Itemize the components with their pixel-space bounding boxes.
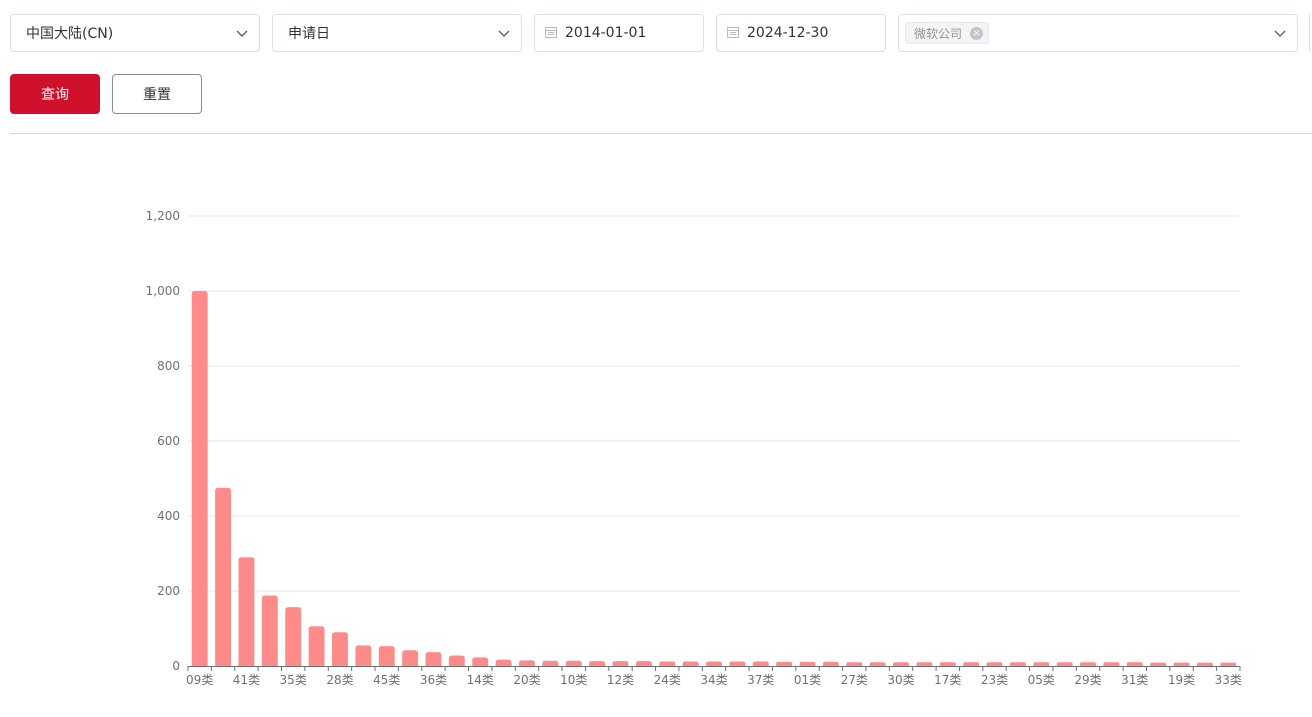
bar (1196, 662, 1213, 666)
bar (963, 662, 980, 666)
y-tick-label: 0 (172, 659, 180, 673)
bar (799, 661, 816, 666)
y-tick-label: 800 (157, 359, 180, 373)
bar (635, 661, 652, 666)
x-tick-label: 23类 (981, 673, 1008, 687)
bar (1126, 662, 1143, 666)
x-tick-label: 27类 (841, 673, 868, 687)
bar (1103, 662, 1120, 666)
region-select-value: 中国大陆(CN) (26, 26, 114, 42)
date-type-select[interactable]: 申请日 (272, 14, 522, 52)
bar (519, 660, 535, 666)
bar (916, 662, 933, 666)
x-tick-label: 33类 (1215, 673, 1242, 687)
chevron-down-icon (498, 30, 510, 37)
bar (893, 662, 909, 666)
bar (1080, 662, 1096, 666)
chevron-down-icon (236, 30, 248, 37)
chevron-down-icon (1274, 30, 1286, 37)
y-tick-label: 1,200 (146, 209, 180, 223)
bar (986, 662, 1003, 666)
y-tick-label: 400 (157, 509, 180, 523)
bar (355, 645, 372, 666)
bar (776, 661, 793, 666)
bar (752, 661, 769, 666)
bar (308, 626, 325, 666)
bar (729, 661, 746, 666)
x-tick-label: 30类 (887, 673, 914, 687)
date-type-value: 申请日 (288, 26, 330, 42)
start-date-input[interactable]: 2014-01-01 (534, 14, 704, 52)
bar (682, 661, 699, 666)
region-select[interactable]: 中国大陆(CN) (10, 14, 260, 52)
x-tick-label: 20类 (513, 673, 540, 687)
end-date-input[interactable]: 2024-12-30 (716, 14, 886, 52)
tag-close-icon[interactable]: × (970, 26, 984, 40)
x-tick-label: 12类 (607, 673, 634, 687)
bar (448, 655, 465, 666)
bar (1009, 662, 1026, 666)
bar (238, 557, 255, 666)
bar (191, 291, 208, 666)
bar (472, 657, 489, 666)
divider (10, 133, 1312, 134)
x-tick-label: 45类 (373, 673, 400, 687)
y-tick-label: 1,000 (146, 284, 180, 298)
bar (261, 595, 278, 666)
bar (542, 660, 559, 666)
query-button[interactable]: 查询 (10, 74, 100, 114)
x-tick-label: 24类 (654, 673, 681, 687)
bar (869, 662, 886, 666)
bar (1173, 662, 1190, 666)
y-tick-label: 200 (157, 584, 180, 598)
bar (846, 662, 863, 666)
applicant-select[interactable]: 微软公司 × (898, 14, 1298, 52)
bar-chart: 0 200 400 600 800 1,000 1,200 09类 41类 35类 28类 45类 36… (146, 209, 1242, 687)
x-tick-label: 09类 (186, 673, 213, 687)
bar (939, 662, 956, 666)
x-tick-label: 05类 (1028, 673, 1055, 687)
bar (215, 487, 232, 666)
bar (378, 646, 395, 666)
x-tick-label: 19类 (1168, 673, 1195, 687)
y-tick-label: 600 (157, 434, 180, 448)
x-tick-label: 10类 (560, 673, 587, 687)
x-tick-label: 41类 (233, 673, 260, 687)
bar (612, 661, 629, 666)
x-tick-label: 28类 (326, 673, 353, 687)
applicant-tag: 微软公司 × (905, 22, 990, 44)
x-tick-label: 37类 (747, 673, 774, 687)
bar (1150, 662, 1167, 666)
applicant-tag-label: 微软公司 (914, 26, 963, 41)
bar (495, 659, 512, 666)
x-tick-label: 35类 (280, 673, 307, 687)
bar (822, 661, 839, 666)
bar (285, 607, 302, 666)
bar (589, 661, 606, 666)
bar (1033, 662, 1050, 666)
x-tick-label: 36类 (420, 673, 447, 687)
x-tick-label: 34类 (700, 673, 727, 687)
bar (332, 632, 348, 666)
bar (565, 660, 582, 666)
bar (425, 652, 442, 666)
bar (659, 661, 676, 666)
filter-bar: 中国大陆(CN) 申请日 2014-01-01 2024-12-30 微软公司 (0, 0, 1312, 135)
bar (706, 661, 722, 666)
calendar-icon (545, 27, 557, 38)
reset-button[interactable]: 重置 (112, 74, 202, 114)
x-tick-label: 17类 (934, 673, 961, 687)
calendar-icon (727, 27, 739, 38)
x-tick-label: 01类 (794, 673, 821, 687)
x-tick-label: 31类 (1121, 673, 1148, 687)
bar (1056, 662, 1073, 666)
bar (1220, 662, 1237, 666)
bar (402, 650, 419, 666)
x-tick-label: 14类 (467, 673, 494, 687)
x-tick-label: 29类 (1074, 673, 1101, 687)
